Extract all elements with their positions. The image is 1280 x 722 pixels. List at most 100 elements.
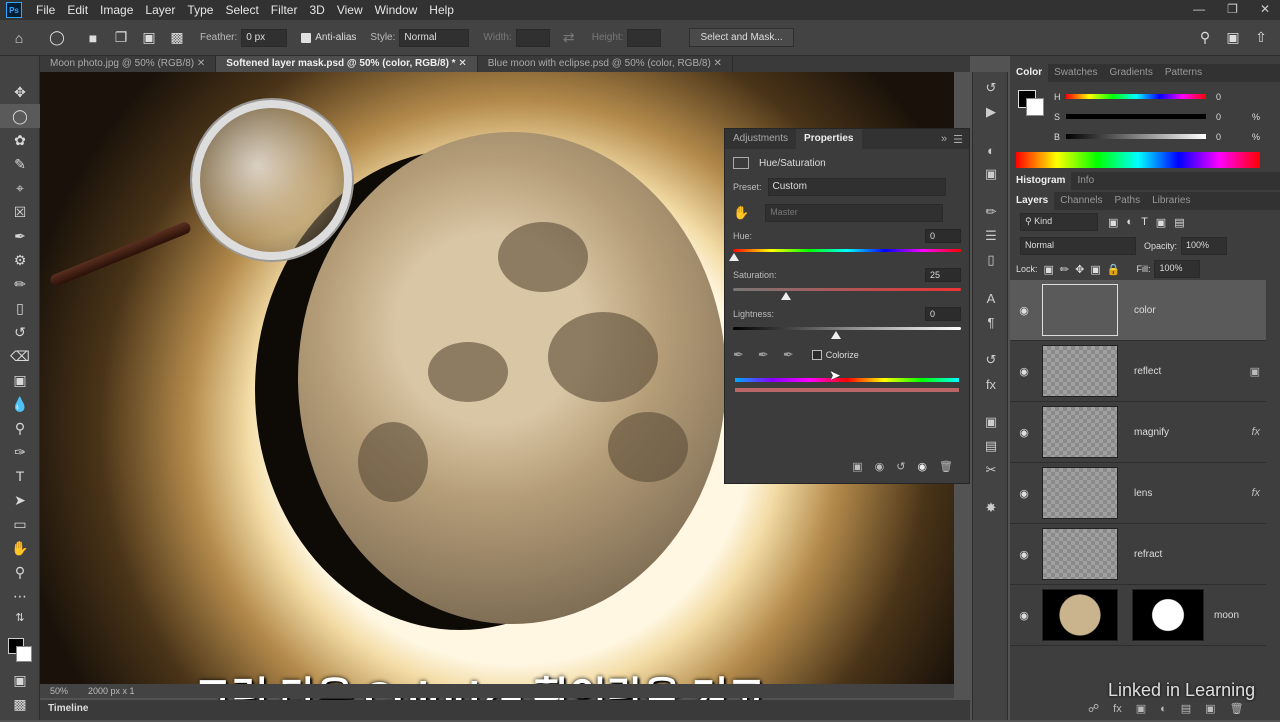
sliders-icon[interactable]: ☰ [973, 224, 1009, 248]
layer-row-magnify[interactable]: ◉ magnify fx [1010, 402, 1266, 463]
layer-name[interactable]: refract [1134, 549, 1162, 560]
intersect-selection-icon[interactable]: ▩ [168, 29, 186, 47]
saturation-input[interactable]: 25 [925, 268, 961, 282]
preset-select[interactable]: Custom [767, 178, 946, 196]
fx-icon[interactable]: fx [973, 372, 1009, 396]
style-select[interactable]: Normal [399, 28, 470, 47]
tab-histogram[interactable]: Histogram [1010, 172, 1072, 190]
visibility-icon[interactable]: ◉ [917, 460, 927, 473]
healing-tool-icon[interactable]: ⚙ [0, 248, 40, 272]
document-size[interactable]: 2000 px x 1 [88, 686, 135, 696]
layer-row-lens[interactable]: ◉ lens fx [1010, 463, 1266, 524]
notes-icon[interactable]: ▤ [973, 434, 1009, 458]
layer-effects-icon[interactable]: fx [1251, 426, 1260, 438]
hue-slider-thumb[interactable] [729, 253, 739, 261]
eyedropper-minus-icon[interactable]: ✒ [783, 347, 794, 363]
height-input[interactable] [627, 28, 662, 47]
close-icon[interactable]: ✕ [1260, 2, 1270, 16]
antialias-checkbox[interactable] [301, 32, 312, 43]
visibility-eye-icon[interactable]: ◉ [1010, 304, 1038, 317]
restore-icon[interactable]: ❐ [1227, 2, 1238, 16]
menu-image[interactable]: Image [94, 3, 139, 17]
delete-layer-icon[interactable]: 🗑 [1230, 702, 1244, 715]
3d-icon[interactable]: ✸ [973, 496, 1009, 520]
pen-tool-icon[interactable]: ✑ [0, 440, 40, 464]
move-tool-icon[interactable]: ✥ [0, 80, 40, 104]
home-icon[interactable]: ⌂ [10, 29, 28, 47]
layer-row-moon[interactable]: ◉ moon [1010, 585, 1266, 646]
eraser-tool-icon[interactable]: ⌫ [0, 344, 40, 368]
saturation-slider[interactable] [733, 288, 961, 300]
saturation-slider-thumb[interactable] [781, 292, 791, 300]
menu-3d[interactable]: 3D [303, 3, 330, 17]
search-icon[interactable]: ⚲ [1196, 29, 1214, 47]
tab-patterns[interactable]: Patterns [1159, 64, 1208, 82]
b-value[interactable]: 0 [1216, 132, 1221, 142]
path-select-tool-icon[interactable]: ➤ [0, 488, 40, 512]
tab-channels[interactable]: Channels [1054, 192, 1108, 210]
visibility-eye-icon[interactable]: ◉ [1010, 609, 1038, 622]
layer-row-reflect[interactable]: ◉ reflect ▣ [1010, 341, 1266, 402]
tab-color[interactable]: Color [1010, 64, 1049, 82]
layer-name[interactable]: lens [1134, 488, 1152, 499]
minimize-icon[interactable]: — [1193, 2, 1205, 16]
marquee-tool-icon[interactable]: ◯ [0, 104, 40, 128]
lightness-slider[interactable] [733, 327, 961, 339]
layer-name[interactable]: reflect [1134, 366, 1161, 377]
blur-tool-icon[interactable]: 💧 [0, 392, 40, 416]
stamp-tool-icon[interactable]: ▯ [0, 296, 40, 320]
hue-input[interactable]: 0 [925, 229, 961, 243]
tab-libraries[interactable]: Libraries [1146, 192, 1196, 210]
new-group-icon[interactable]: ▤ [1181, 702, 1191, 715]
visibility-eye-icon[interactable]: ◉ [1010, 426, 1038, 439]
delete-icon[interactable]: 🗑 [939, 460, 953, 473]
layer-comps-icon[interactable]: ▣ [973, 410, 1009, 434]
tab-paths[interactable]: Paths [1109, 192, 1147, 210]
opacity-input[interactable]: 100% [1181, 237, 1228, 255]
clip-to-layer-icon[interactable]: ▣ [852, 460, 862, 473]
menu-help[interactable]: Help [423, 3, 460, 17]
add-selection-icon[interactable]: ❐ [112, 29, 130, 47]
filter-pixel-icon[interactable]: ▣ [1108, 216, 1118, 229]
tab-adjustments[interactable]: Adjustments [725, 129, 796, 149]
add-mask-icon[interactable]: ▣ [1136, 702, 1146, 715]
colorize-checkbox[interactable] [811, 350, 822, 360]
new-selection-icon[interactable]: ■ [84, 29, 102, 47]
eyedropper-tool-icon[interactable]: ✒ [0, 224, 40, 248]
tab-layers[interactable]: Layers [1010, 192, 1055, 210]
lock-all-icon[interactable]: 🔒 [1107, 263, 1121, 276]
visibility-eye-icon[interactable]: ◉ [1010, 548, 1038, 561]
panel-menu-icon[interactable]: ☰ [953, 133, 963, 146]
styles-icon[interactable]: ↺ [973, 348, 1009, 372]
actions-icon[interactable]: ▶ [973, 100, 1009, 124]
menu-window[interactable]: Window [369, 3, 424, 17]
properties-icon[interactable]: ▣ [973, 162, 1009, 186]
frame-tool-icon[interactable]: ☒ [0, 200, 40, 224]
filter-type-icon[interactable]: T [1141, 216, 1148, 228]
subtract-selection-icon[interactable]: ▣ [140, 29, 158, 47]
crop-tool-icon[interactable]: ⌖ [0, 176, 40, 200]
elliptical-marquee-icon[interactable]: ◯ [48, 29, 66, 47]
hue-slider[interactable] [729, 249, 961, 261]
h-slider[interactable] [1066, 94, 1206, 99]
link-layers-icon[interactable]: ☍ [1088, 702, 1099, 715]
layer-row-color[interactable]: ◉ color [1010, 280, 1266, 341]
lock-position-icon[interactable]: ✥ [1075, 263, 1084, 276]
menu-type[interactable]: Type [181, 3, 219, 17]
type-tool-icon[interactable]: T [0, 464, 40, 488]
doc-tab-moon-photo[interactable]: Moon photo.jpg @ 50% (RGB/8) ✕ [40, 56, 217, 72]
tab-gradients[interactable]: Gradients [1103, 64, 1158, 82]
lightness-input[interactable]: 0 [925, 307, 961, 321]
layer-effects-icon[interactable]: fx [1251, 487, 1260, 499]
adjustments-icon[interactable]: ◐ [973, 138, 1009, 162]
menu-select[interactable]: Select [219, 3, 264, 17]
collapse-icon[interactable]: » [941, 133, 947, 145]
lightness-slider-thumb[interactable] [831, 331, 841, 339]
timeline-panel[interactable]: Timeline [40, 700, 970, 720]
filter-smart-icon[interactable]: ▤ [1174, 216, 1184, 229]
menu-view[interactable]: View [331, 3, 369, 17]
feather-input[interactable]: 0 px [241, 28, 288, 47]
eyedropper-plus-icon[interactable]: ✒ [758, 347, 769, 363]
layer-row-refract[interactable]: ◉ refract [1010, 524, 1266, 585]
character-icon[interactable]: A [973, 286, 1009, 310]
